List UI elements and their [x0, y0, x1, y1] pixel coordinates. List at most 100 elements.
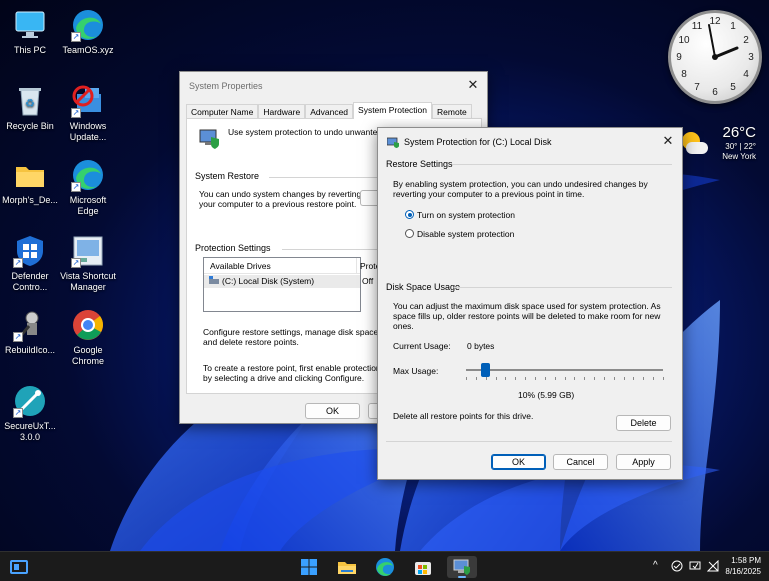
create-text-1: To create a restore point, first enable …	[203, 363, 381, 373]
desktop-icon-defender-control[interactable]: ↗ Defender Contro...	[0, 234, 60, 293]
configure-text-2: and delete restore points.	[203, 337, 299, 347]
svg-text:♻: ♻	[25, 97, 35, 110]
network-icon[interactable]	[706, 559, 719, 575]
col-available-drives[interactable]: Available Drives	[210, 261, 271, 271]
windows-update-icon: ↗	[71, 84, 105, 118]
weather-widget[interactable]: 26°C 30° | 22° New York	[678, 124, 764, 166]
taskbar-date[interactable]: 8/16/2025	[721, 567, 761, 577]
chrome-icon	[71, 308, 105, 342]
tab-hardware[interactable]: Hardware	[258, 104, 306, 119]
system-restore-text-1: You can undo system changes by reverting	[199, 189, 362, 199]
ok-button[interactable]: OK	[305, 403, 360, 419]
system-restore-text-2: your computer to a previous restore poin…	[199, 199, 357, 209]
slider-tick	[466, 377, 467, 380]
weather-temp: 26°C	[722, 124, 756, 141]
group-divider	[452, 164, 672, 165]
edge-icon[interactable]	[374, 556, 396, 578]
slider-tick	[663, 377, 664, 380]
drive-icon	[208, 275, 220, 289]
cancel-button[interactable]: Cancel	[553, 454, 608, 470]
slider-tick	[544, 377, 546, 380]
slider-tick	[623, 377, 625, 380]
protection-settings-heading: Protection Settings	[195, 243, 271, 253]
desktop-icon-recycle-bin[interactable]: ♻ Recycle Bin	[0, 84, 60, 132]
desktop-icon-this-pc[interactable]: This PC	[0, 8, 60, 56]
slider-tick	[554, 377, 556, 380]
tab-computer-name[interactable]: Computer Name	[186, 104, 259, 119]
tray-security-icon[interactable]	[671, 560, 683, 575]
slider-tick	[495, 377, 497, 380]
desktop-icon-vista-shortcut-manager[interactable]: ↗ Vista Shortcut Manager	[58, 234, 118, 293]
tab-system-protection[interactable]: System Protection	[353, 102, 433, 119]
tab-remote[interactable]: Remote	[432, 104, 472, 119]
edge-icon: ↗	[71, 8, 105, 42]
slider-tick	[594, 377, 596, 380]
ok-button[interactable]: OK	[491, 454, 546, 470]
footer-divider	[386, 441, 672, 442]
turn-on-protection-radio[interactable]	[405, 210, 414, 219]
disable-protection-label[interactable]: Disable system protection	[417, 229, 514, 239]
store-icon[interactable]	[412, 556, 434, 578]
slider-tick	[633, 377, 635, 380]
desktop-icon-rebuildicon[interactable]: ↗ RebuildIco...	[0, 308, 60, 356]
system-protection-icon	[386, 136, 399, 148]
table-row[interactable]: (C:) Local Disk (System) Off	[204, 275, 373, 289]
drive-name: (C:) Local Disk (System)	[222, 276, 315, 286]
clock-widget[interactable]: 12 1 2 3 4 5 6 7 8 9 10 11	[668, 10, 762, 104]
cloud-icon	[686, 142, 708, 154]
tab-advanced[interactable]: Advanced	[305, 104, 354, 119]
close-icon[interactable]: ✕	[654, 128, 682, 154]
system-restore-heading: System Restore	[195, 171, 260, 181]
desktop-icon-google-chrome[interactable]: Google Chrome	[58, 308, 118, 367]
clock-hands	[708, 24, 739, 60]
turn-on-protection-label[interactable]: Turn on system protection	[417, 210, 515, 220]
disable-protection-radio[interactable]	[405, 229, 414, 238]
drives-list[interactable]: Available Drives Prote (C:) Local Disk (…	[203, 257, 380, 312]
delete-restore-points-text: Delete all restore points for this drive…	[393, 411, 534, 421]
current-usage-value: 0 bytes	[467, 341, 495, 351]
slider-tick	[564, 377, 566, 380]
slider-tick	[603, 377, 605, 380]
defender-shield-icon: ↗	[13, 234, 47, 268]
create-text-2: by selecting a drive and clicking Config…	[203, 373, 365, 383]
weather-city: New York	[722, 152, 756, 161]
tray-display-icon[interactable]	[689, 560, 701, 575]
slider-tick	[613, 377, 615, 380]
slider-tick	[515, 377, 517, 380]
start-icon[interactable]	[298, 556, 320, 578]
slider-tick	[534, 377, 536, 380]
slider-tick	[574, 377, 576, 380]
taskbar-time[interactable]: 1:58 PM	[721, 556, 761, 566]
titlebar[interactable]: System Protection for (C:) Local Disk ✕	[378, 128, 682, 156]
folder-icon	[13, 158, 47, 192]
taskbar: ^ 1:58 PM 8/16/2025	[0, 551, 769, 581]
apply-button[interactable]: Apply	[616, 454, 671, 470]
system-properties-icon[interactable]	[447, 556, 477, 578]
titlebar[interactable]: System Properties ✕	[180, 72, 487, 100]
chevron-up-icon[interactable]: ^	[653, 561, 658, 571]
slider-tick	[643, 377, 645, 380]
system-protection-icon	[199, 127, 221, 149]
active-indicator	[458, 576, 466, 578]
widgets-icon[interactable]	[8, 556, 30, 578]
desktop-icon-secureuxtheme[interactable]: ↗ SecureUxT... 3.0.0	[0, 384, 60, 443]
restore-settings-heading: Restore Settings	[386, 159, 453, 169]
column-divider	[356, 258, 357, 274]
desktop-icon-microsoft-edge[interactable]: ↗ Microsoft Edge	[58, 158, 118, 217]
desktop-icon-windows-update[interactable]: ↗ Windows Update...	[58, 84, 118, 143]
disk-space-desc-3: ones.	[393, 321, 414, 331]
vista-shortcut-icon: ↗	[71, 234, 105, 268]
secureux-icon: ↗	[13, 384, 47, 418]
slider-ticks	[466, 377, 664, 380]
max-usage-slider-track[interactable]	[466, 369, 663, 371]
group-divider	[454, 287, 672, 288]
max-usage-slider-thumb[interactable]	[481, 363, 491, 377]
file-explorer-icon[interactable]	[336, 556, 358, 578]
delete-button[interactable]: Delete	[616, 415, 671, 431]
dialog-title: System Protection for (C:) Local Disk	[404, 137, 552, 147]
system-protection-dialog: System Protection for (C:) Local Disk ✕ …	[377, 127, 683, 480]
desktop-icon-morphs-desktop[interactable]: Morph's_De...	[0, 158, 60, 206]
slider-tick	[475, 377, 477, 380]
desktop-icon-teamos[interactable]: ↗ TeamOS.xyz	[58, 8, 118, 56]
close-icon[interactable]: ✕	[459, 72, 487, 98]
